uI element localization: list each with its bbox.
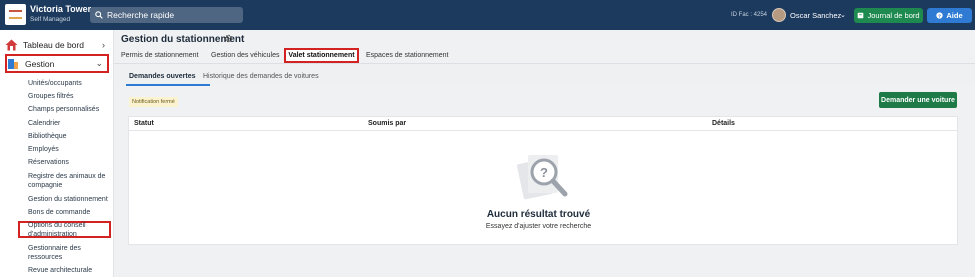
subtab-request-history[interactable]: Historique des demandes de voitures [203,73,319,80]
help-button[interactable]: ? Aide [927,8,972,23]
notification-badge: Notification fermé [129,97,178,107]
request-car-button[interactable]: Demander une voiture [879,92,957,108]
sidebar-subitem-architectural-review[interactable]: Revue architecturale [28,266,92,275]
org-type: Self Managed [30,16,71,23]
column-header-details[interactable]: Détails [712,120,735,127]
active-tab-indicator [126,84,210,86]
chevron-down-icon: ⌄ [95,58,103,68]
user-name[interactable]: Oscar Sanchez [790,11,841,20]
sidebar-subitem-calendar[interactable]: Calendrier [28,119,60,128]
svg-text:?: ? [540,165,548,180]
tab-valet-parking[interactable]: Valet stationnement [284,48,359,63]
building-icon [7,58,20,70]
org-logo[interactable] [5,4,26,25]
sidebar-subitem-filtered-groups[interactable]: Groupes filtrés [28,92,74,101]
quick-search-input[interactable]: Recherche rapide [90,7,243,23]
help-label: Aide [946,11,963,20]
search-placeholder: Recherche rapide [107,10,175,20]
gear-icon[interactable] [224,34,233,43]
home-icon [5,39,18,51]
sidebar-item-gestion[interactable]: Gestion ⌄ [5,54,109,73]
chevron-right-icon: › [102,40,105,50]
svg-text:?: ? [938,13,941,19]
book-icon [858,12,864,19]
journal-label: Journal de bord [867,11,920,20]
tab-parking-permits[interactable]: Permis de stationnement [121,52,198,59]
help-icon: ? [936,12,944,19]
tab-vehicle-management[interactable]: Gestion des véhicules [211,52,279,59]
sidebar-subitem-library[interactable]: Bibliothèque [28,132,67,141]
top-bar: Victoria Towers Self Managed Recherche r… [0,0,975,30]
search-icon [95,11,103,19]
sidebar-subitem-pet-registry[interactable]: Registre des animaux de compagnie [28,172,110,190]
sidebar-item-label: Tableau de bord [23,40,84,50]
sidebar-subitem-employees[interactable]: Employés [28,145,59,154]
column-header-submitted-by[interactable]: Soumis par [368,120,406,127]
sidebar-subitem-units[interactable]: Unités/occupants [28,79,82,88]
empty-state-subtitle: Essayez d'ajuster votre recherche [485,223,592,230]
column-header-status[interactable]: Statut [134,120,154,127]
sidebar: Tableau de bord › Gestion ⌄ Unités/occup… [0,30,114,277]
sidebar-item-dashboard[interactable]: Tableau de bord › [5,38,109,52]
empty-state-title: Aucun résultat trouvé [486,209,591,220]
sidebar-subitem-custom-fields[interactable]: Champs personnalisés [28,105,99,114]
tab-parking-spaces[interactable]: Espaces de stationnement [366,52,449,59]
empty-search-icon: ? [517,155,568,200]
subtab-bar: Demandes ouvertes Historique des demande… [114,64,975,86]
subtab-open-requests[interactable]: Demandes ouvertes [129,73,196,80]
org-name: Victoria Towers [30,4,97,14]
sidebar-item-label: Gestion [25,58,55,69]
chevron-down-icon[interactable]: ⌄ [840,11,846,19]
sidebar-subitem-reservations[interactable]: Réservations [28,158,69,167]
sidebar-subitem-parking[interactable]: Gestion du stationnement [28,195,108,204]
avatar[interactable] [772,8,786,22]
journal-button[interactable]: Journal de bord [854,8,923,23]
facility-id: ID Fac : 4254 [731,12,768,18]
sidebar-subitem-resource-manager[interactable]: Gestionnaire des ressources [28,244,108,262]
table-header: Statut Soumis par Détails [129,117,957,131]
